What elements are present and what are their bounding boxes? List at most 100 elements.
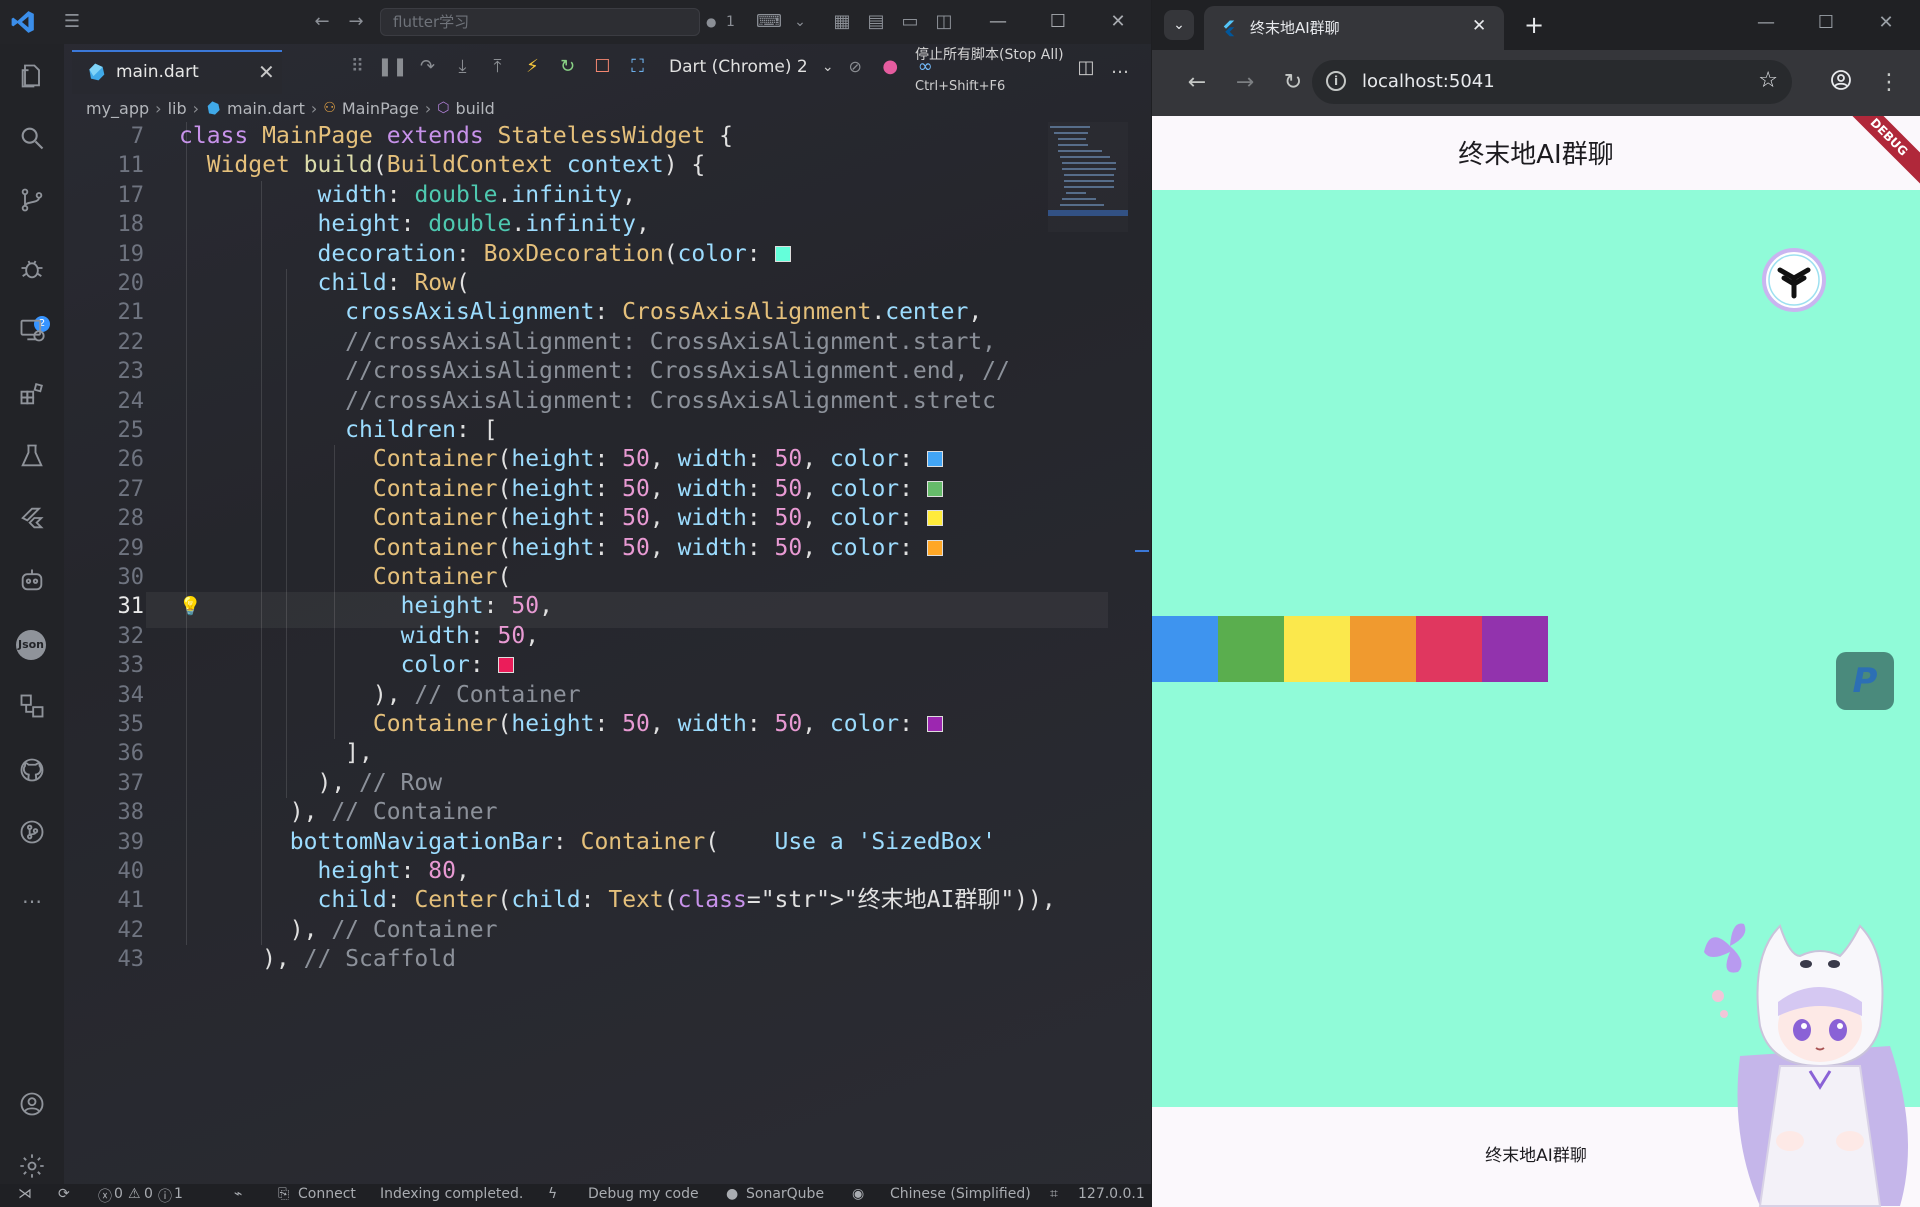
forward-arrow-icon[interactable]: →	[1230, 68, 1260, 98]
extensions-icon[interactable]	[16, 380, 48, 412]
code-line[interactable]: ), // Container	[179, 916, 498, 945]
address-bar[interactable]: i localhost:5041 ☆	[1312, 60, 1792, 104]
minimap[interactable]	[1048, 122, 1128, 232]
new-tab-icon[interactable]: +	[1524, 10, 1544, 40]
hot-reload-icon[interactable]: ⚡	[515, 52, 550, 82]
debug-mode-status[interactable]: Debug my code	[588, 1186, 699, 1202]
maximize-button[interactable]: ☐	[1036, 6, 1080, 38]
color-swatch[interactable]	[926, 451, 943, 468]
sync-icon[interactable]: ⟳	[58, 1186, 70, 1202]
color-swatch[interactable]	[497, 657, 514, 674]
devtools-icon[interactable]: ●	[873, 52, 908, 82]
toggle-secondary-sidebar-icon[interactable]: ◫	[932, 10, 956, 34]
git-graph-icon[interactable]	[16, 818, 48, 850]
maximize-button[interactable]: ☐	[1806, 12, 1846, 33]
customize-layout-icon[interactable]: ▦	[830, 10, 854, 34]
breadcrumb-item[interactable]: lib	[168, 99, 187, 118]
chevron-down-icon[interactable]: ⌄	[788, 10, 812, 34]
ai-assistant-floating-icon[interactable]	[1762, 248, 1826, 312]
code-line[interactable]: child: Center(child: Text(class="str">"终…	[179, 886, 1055, 915]
code-line[interactable]: children: [	[179, 416, 497, 445]
p-extension-floating-button[interactable]: P	[1836, 652, 1894, 710]
notification-dot-icon[interactable]: ●	[706, 10, 716, 34]
color-swatch[interactable]	[774, 245, 791, 262]
settings-gear-icon[interactable]	[16, 1152, 48, 1184]
tab-main-dart[interactable]: main.dart ✕	[72, 50, 282, 94]
tab-search-chevron-icon[interactable]: ⌄	[1164, 10, 1194, 40]
code-line[interactable]: //crossAxisAlignment: CrossAxisAlignment…	[179, 328, 996, 357]
error-icon[interactable]: ⓧ	[98, 1186, 112, 1206]
accounts-icon[interactable]	[16, 1090, 48, 1122]
code-line[interactable]: width: double.infinity,	[179, 181, 636, 210]
code-line[interactable]: ), // Scaffold	[179, 945, 456, 974]
code-line[interactable]: ), // Container	[179, 681, 581, 710]
code-line[interactable]: Widget build(BuildContext context) {	[179, 151, 706, 180]
inline-lint-hint[interactable]: Use a 'SizedBox'	[774, 829, 996, 855]
breadcrumb-item[interactable]: my_app	[86, 99, 149, 118]
code-line[interactable]: height: 50,	[179, 592, 553, 621]
debug-target-select[interactable]: Dart (Chrome) 2	[669, 57, 808, 77]
source-control-icon[interactable]	[16, 186, 48, 218]
code-line[interactable]: decoration: BoxDecoration(color:	[179, 240, 797, 269]
code-line[interactable]: ), // Row	[179, 769, 442, 798]
testing-icon[interactable]	[16, 442, 48, 474]
browser-tab[interactable]: 终末地AI群聊 ✕	[1204, 6, 1504, 50]
connect-icon[interactable]: ⎘	[278, 1186, 289, 1202]
menu-icon[interactable]: ☰	[60, 10, 84, 34]
info-count[interactable]: 1	[174, 1186, 183, 1202]
step-out-icon[interactable]: ⤒	[480, 52, 515, 82]
breadcrumb-item[interactable]: build	[455, 99, 494, 118]
command-center-search[interactable]: flutter学习	[380, 8, 700, 36]
code-line[interactable]: Container(height: 50, width: 50, color:	[179, 475, 949, 504]
chevron-down-icon[interactable]: ⌄	[818, 52, 838, 82]
connect-status[interactable]: Connect	[298, 1186, 356, 1202]
scrollbar-indicator[interactable]	[1135, 550, 1149, 552]
breadcrumb-item[interactable]: main.dart	[227, 99, 305, 118]
more-actions-icon[interactable]: …	[1108, 56, 1132, 80]
run-debug-icon[interactable]	[16, 254, 48, 286]
step-into-icon[interactable]: ⤓	[445, 52, 480, 82]
kebab-menu-icon[interactable]: ⋮	[1874, 68, 1904, 98]
pause-icon[interactable]: ❚❚	[375, 52, 410, 82]
code-line[interactable]: Container(height: 50, width: 50, color:	[179, 710, 949, 739]
back-arrow-icon[interactable]: ←	[310, 10, 334, 34]
notification-count[interactable]: 1	[726, 10, 735, 34]
remote-icon[interactable]: ⋊	[18, 1186, 32, 1202]
url-text[interactable]: localhost:5041	[1362, 71, 1495, 92]
explorer-icon[interactable]	[16, 62, 48, 94]
close-button[interactable]: ✕	[1096, 6, 1140, 38]
sonarqube-status[interactable]: SonarQube	[746, 1186, 824, 1202]
copilot-chat-icon[interactable]: ⌨	[756, 10, 782, 34]
remote-explorer-icon[interactable]	[16, 316, 48, 348]
toggle-sidebar-icon[interactable]: ▤	[864, 10, 888, 34]
code-line[interactable]: Container(height: 50, width: 50, color:	[179, 534, 949, 563]
code-line[interactable]: Container(height: 50, width: 50, color:	[179, 504, 949, 533]
minimize-button[interactable]: —	[1746, 12, 1786, 33]
tab-close-icon[interactable]: ✕	[258, 52, 275, 92]
lightning-icon[interactable]: ϟ	[548, 1186, 557, 1202]
tab-close-icon[interactable]: ✕	[1472, 16, 1486, 36]
warning-icon[interactable]: ⚠	[128, 1186, 141, 1202]
code-line[interactable]: //crossAxisAlignment: CrossAxisAlignment…	[179, 357, 1010, 386]
stop-icon[interactable]: ☐	[585, 52, 620, 82]
breadcrumb-item[interactable]: MainPage	[342, 99, 419, 118]
color-swatch[interactable]	[926, 539, 943, 556]
site-info-icon[interactable]: i	[1326, 71, 1346, 91]
restart-icon[interactable]: ↻	[550, 52, 585, 82]
code-line[interactable]: Container(	[179, 563, 511, 592]
ip-icon[interactable]: ⌗	[1050, 1186, 1058, 1202]
forward-arrow-icon[interactable]: →	[344, 10, 368, 34]
broadcast-icon[interactable]: ◉	[852, 1186, 864, 1202]
flutter-devtools-icon[interactable]	[16, 504, 48, 536]
code-line[interactable]: Container(height: 50, width: 50, color:	[179, 445, 949, 474]
close-button[interactable]: ✕	[1866, 12, 1906, 33]
code-line[interactable]: //crossAxisAlignment: CrossAxisAlignment…	[179, 387, 996, 416]
minimize-button[interactable]: —	[976, 6, 1020, 38]
more-icon[interactable]: …	[16, 880, 48, 912]
search-icon[interactable]	[16, 124, 48, 156]
hide-icon[interactable]: ⊘	[838, 52, 873, 82]
code-line[interactable]: class MainPage extends StatelessWidget {	[179, 122, 733, 151]
project-manager-icon[interactable]	[16, 692, 48, 724]
json-icon[interactable]: Json	[16, 630, 48, 662]
drag-handle-icon[interactable]: ⠿	[340, 52, 375, 82]
